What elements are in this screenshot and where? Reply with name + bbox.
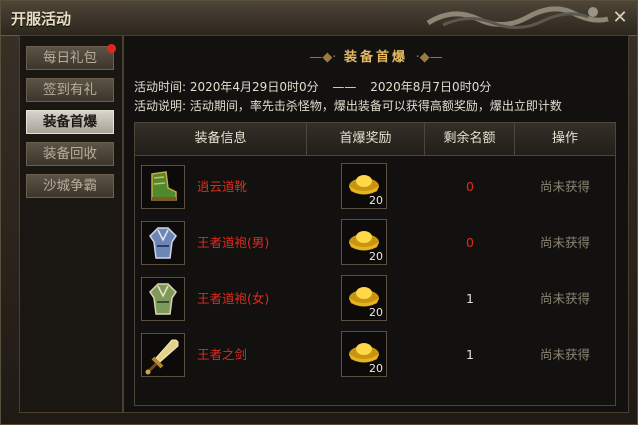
robe-icon[interactable] [141, 221, 185, 265]
sword-icon[interactable] [141, 333, 185, 377]
title-bar: 开服活动 ✕ [1, 1, 637, 36]
status-text: 尚未获得 [539, 235, 590, 250]
section-title: —◆· 装备首爆 ·◆— [124, 46, 628, 65]
item-name[interactable]: 王者道袍(女) [197, 271, 269, 327]
table-row: 逍云道靴 20 0 尚未获得 [135, 159, 615, 215]
time-end: 2020年8月7日0时0分 [370, 80, 492, 94]
section-title-text: 装备首爆 [343, 50, 408, 65]
header-item-info: 装备信息 [135, 123, 307, 155]
desc-label: 活动说明: [134, 99, 187, 113]
tab-sign-in[interactable]: 签到有礼 [26, 78, 114, 102]
time-label: 活动时间: [134, 80, 187, 94]
time-start: 2020年4月29日0时0分 [189, 80, 319, 94]
sidebar: 每日礼包 签到有礼 装备首爆 装备回收 沙城争霸 [19, 35, 123, 413]
desc-text: 活动期间，率先击杀怪物，爆出装备可以获得高额奖励，爆出立即计数 [189, 99, 562, 113]
tab-daily-gift[interactable]: 每日礼包 [26, 44, 116, 70]
header-first-drop-reward: 首爆奖励 [307, 123, 425, 155]
item-name[interactable]: 王者之剑 [197, 327, 247, 383]
item-name[interactable]: 王者道袍(男) [197, 215, 269, 271]
table-row: 王者道袍(男) 20 0 尚未获得 [135, 215, 615, 271]
remaining-count: 0 [466, 235, 474, 250]
drop-table: 装备信息 首爆奖励 剩余名额 操作 逍云道靴 20 0 尚未获得 王者道袍(男)… [134, 122, 616, 406]
tab-equip-recycle[interactable]: 装备回收 [26, 142, 114, 166]
tab-label: 每日礼包 [43, 50, 97, 66]
tab-castle-war[interactable]: 沙城争霸 [26, 174, 114, 198]
tab-label: 沙城争霸 [43, 178, 97, 194]
status-text: 尚未获得 [539, 291, 590, 306]
title-deco-left-icon: —◆· [309, 50, 337, 65]
reward-count: 20 [369, 362, 383, 375]
tab-label: 装备回收 [43, 146, 97, 162]
window-title: 开服活动 [11, 10, 72, 28]
table-row: 王者道袍(女) 20 1 尚未获得 [135, 271, 615, 327]
activity-desc: 活动说明: 活动期间，率先击杀怪物，爆出装备可以获得高额奖励，爆出立即计数 [134, 97, 562, 114]
item-name[interactable]: 逍云道靴 [197, 159, 247, 215]
status-text: 尚未获得 [539, 179, 590, 194]
notification-dot [107, 44, 116, 53]
reward-count: 20 [369, 306, 383, 319]
gold-ingot-icon[interactable]: 20 [341, 331, 387, 377]
time-separator: —— [332, 80, 357, 94]
close-button[interactable]: ✕ [609, 7, 631, 29]
reward-count: 20 [369, 194, 383, 207]
gold-ingot-icon[interactable]: 20 [341, 163, 387, 209]
tab-equip-first-drop[interactable]: 装备首爆 [26, 110, 114, 134]
gold-ingot-icon[interactable]: 20 [341, 275, 387, 321]
table-header: 装备信息 首爆奖励 剩余名额 操作 [135, 123, 615, 156]
dragon-ornament-icon [426, 6, 609, 29]
tab-label: 签到有礼 [43, 82, 97, 98]
activity-time: 活动时间: 2020年4月29日0时0分 —— 2020年8月7日0时0分 [134, 78, 491, 95]
game-window: 开服活动 ✕ 每日礼包 签到有礼 装备首爆 装备回收 沙城争霸 —◆· 装备首爆 [0, 0, 638, 425]
tab-label: 装备首爆 [43, 114, 97, 130]
remaining-count: 0 [466, 179, 474, 194]
remaining-count: 1 [466, 291, 474, 306]
remaining-count: 1 [466, 347, 474, 362]
boots-icon[interactable] [141, 165, 185, 209]
title-deco-right-icon: ·◆— [415, 50, 443, 65]
content-panel: —◆· 装备首爆 ·◆— 活动时间: 2020年4月29日0时0分 —— 202… [123, 35, 629, 413]
table-row: 王者之剑 20 1 尚未获得 [135, 327, 615, 383]
reward-count: 20 [369, 250, 383, 263]
header-remaining: 剩余名额 [425, 123, 515, 155]
status-text: 尚未获得 [539, 347, 590, 362]
gold-ingot-icon[interactable]: 20 [341, 219, 387, 265]
robe-icon[interactable] [141, 277, 185, 321]
header-action: 操作 [551, 131, 578, 146]
